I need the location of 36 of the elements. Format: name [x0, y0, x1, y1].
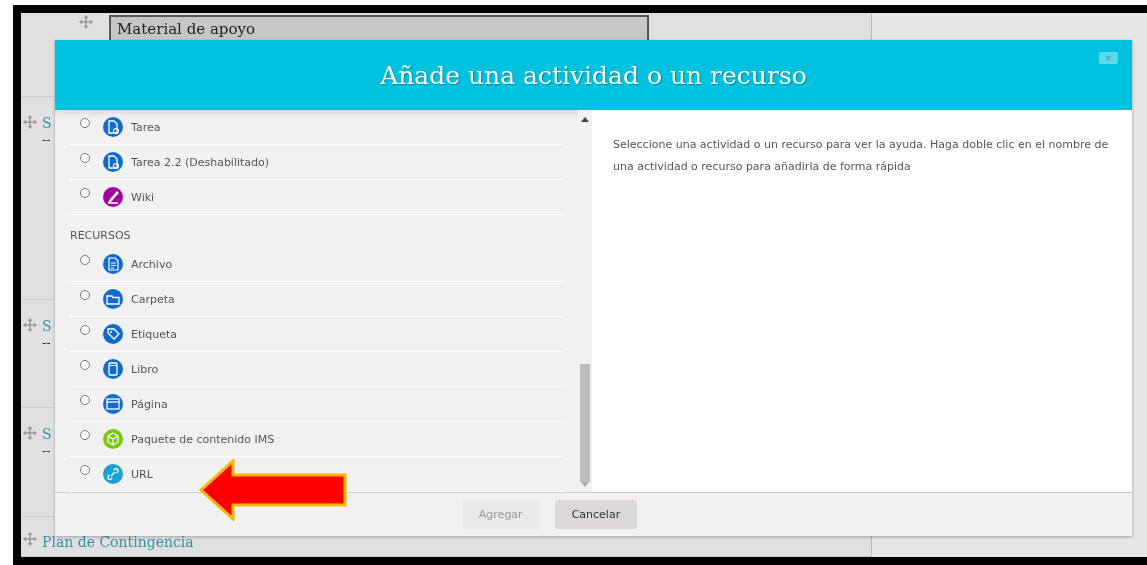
section-summary: -- [42, 132, 52, 147]
section-summary: -- [42, 335, 52, 350]
item-label[interactable]: Archivo [131, 257, 173, 271]
move-icon[interactable] [23, 317, 37, 332]
radio-button[interactable] [80, 188, 90, 198]
radio-button[interactable] [80, 360, 90, 370]
scroll-up-icon[interactable] [581, 116, 589, 122]
item-label[interactable]: Libro [131, 362, 159, 376]
group-heading: RECURSOS [70, 228, 132, 244]
item-label[interactable]: URL [131, 467, 153, 481]
radio-button[interactable] [80, 290, 90, 300]
item-label[interactable]: Wiki [131, 190, 155, 204]
item-label[interactable]: Carpeta [131, 292, 175, 306]
radio-button[interactable] [80, 465, 90, 475]
section-summary: -- [42, 444, 52, 459]
section-name-field[interactable]: Material de apoyo [109, 15, 649, 43]
item-label[interactable]: Etiqueta [131, 327, 178, 341]
move-icon[interactable] [23, 426, 37, 441]
radio-button[interactable] [80, 325, 90, 335]
radio-button[interactable] [80, 255, 90, 265]
item-label[interactable]: Tarea [131, 120, 161, 134]
arrow-icon [199, 459, 347, 521]
item-label[interactable]: Página [131, 397, 168, 411]
radio-button[interactable] [80, 395, 90, 405]
scrollbar-thumb[interactable] [580, 364, 590, 482]
move-icon[interactable] [79, 15, 93, 29]
move-icon[interactable] [23, 114, 37, 129]
radio-button[interactable] [80, 118, 90, 128]
cancel-button[interactable]: Cancelar [554, 500, 638, 529]
dialog-title: Añade una actividad o un recurso [380, 60, 807, 90]
help-text: Seleccione una actividad o un recurso para ver la ayuda. Haga doble clic en el nombre de una actividad o recurso para añadirla de forma rápida [613, 137, 1110, 175]
move-icon[interactable] [23, 532, 37, 547]
item-label[interactable]: Paquete de contenido IMS [131, 432, 275, 446]
item-label[interactable]: Tarea 2.2 (Deshabilitado) [131, 155, 270, 169]
radio-button[interactable] [80, 430, 90, 440]
radio-button[interactable] [80, 153, 90, 163]
